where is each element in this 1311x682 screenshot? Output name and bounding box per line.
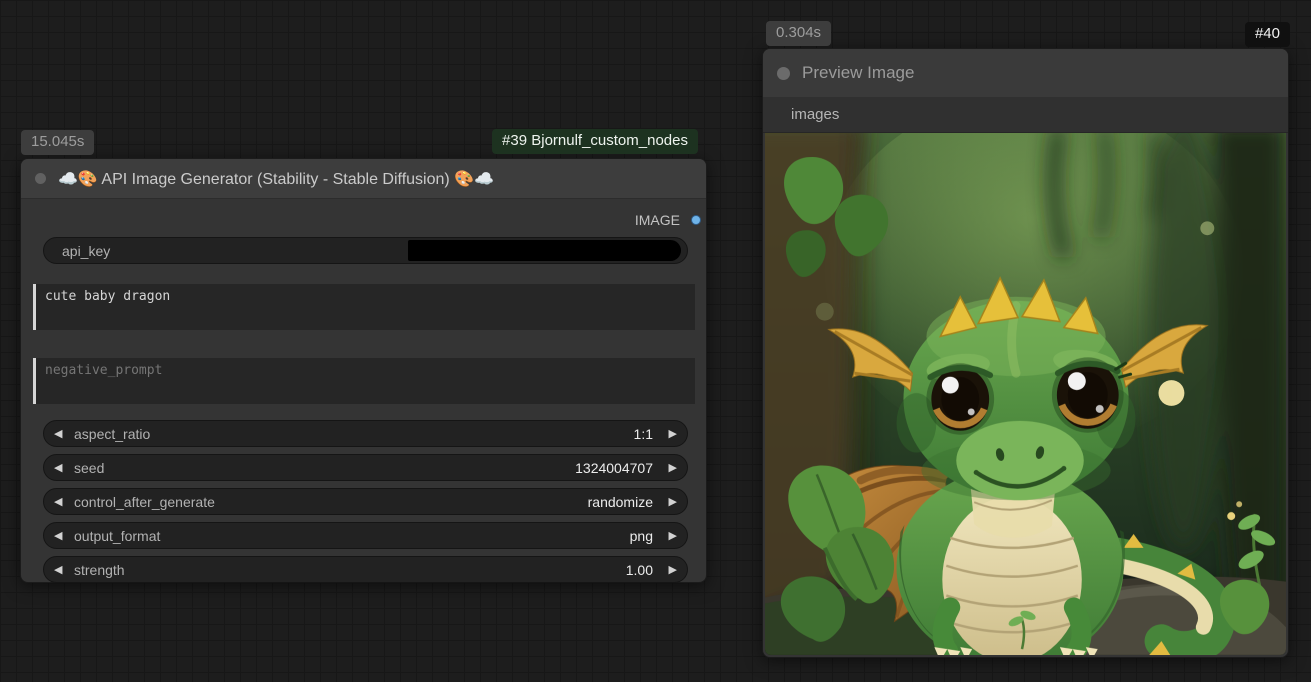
api-key-label: api_key bbox=[62, 243, 110, 259]
arrow-left-icon[interactable]: ◀ bbox=[54, 495, 70, 508]
collapse-dot-icon[interactable] bbox=[777, 67, 790, 80]
output-slot-image-label: IMAGE bbox=[635, 212, 680, 228]
widget-value: 1.00 bbox=[626, 562, 653, 578]
node-title-bar[interactable]: ☁️🎨 API Image Generator (Stability - Sta… bbox=[21, 159, 706, 199]
widget-output-format[interactable]: ◀ output_format png ▶ bbox=[43, 522, 688, 549]
input-slot-images[interactable]: images bbox=[763, 97, 1288, 133]
node-api-image-generator[interactable]: 15.045s #39 Bjornulf_custom_nodes ☁️🎨 AP… bbox=[20, 158, 707, 583]
arrow-left-icon[interactable]: ◀ bbox=[54, 461, 70, 474]
link-layer bbox=[0, 0, 300, 150]
widget-seed[interactable]: ◀ seed 1324004707 ▶ bbox=[43, 454, 688, 481]
arrow-left-icon[interactable]: ◀ bbox=[54, 563, 70, 576]
widget-value: 1:1 bbox=[634, 426, 653, 442]
widget-value: randomize bbox=[588, 494, 653, 510]
arrow-right-icon[interactable]: ▶ bbox=[661, 495, 677, 508]
prompt-textarea[interactable]: cute baby dragon bbox=[33, 284, 695, 330]
arrow-right-icon[interactable]: ▶ bbox=[661, 461, 677, 474]
arrow-right-icon[interactable]: ▶ bbox=[661, 529, 677, 542]
widget-label: aspect_ratio bbox=[74, 426, 150, 442]
node-id-badge: #39 Bjornulf_custom_nodes bbox=[492, 129, 698, 154]
node-preview-image[interactable]: 0.304s #40 Preview Image images bbox=[762, 48, 1289, 658]
node-title: ☁️🎨 API Image Generator (Stability - Sta… bbox=[58, 169, 494, 189]
execution-time-badge: 0.304s bbox=[766, 21, 831, 46]
node-id-badge: #40 bbox=[1245, 22, 1290, 47]
widget-value: 1324004707 bbox=[575, 460, 653, 476]
arrow-left-icon[interactable]: ◀ bbox=[54, 529, 70, 542]
widget-control-after-generate[interactable]: ◀ control_after_generate randomize ▶ bbox=[43, 488, 688, 515]
arrow-left-icon[interactable]: ◀ bbox=[54, 427, 70, 440]
execution-time-badge: 15.045s bbox=[21, 130, 94, 155]
node-title-bar[interactable]: Preview Image bbox=[763, 49, 1288, 97]
widget-aspect-ratio[interactable]: ◀ aspect_ratio 1:1 ▶ bbox=[43, 420, 688, 447]
collapse-dot-icon[interactable] bbox=[35, 173, 46, 184]
node-title: Preview Image bbox=[802, 63, 914, 83]
input-slot-images-label: images bbox=[791, 106, 839, 123]
widget-label: control_after_generate bbox=[74, 494, 215, 510]
widget-label: seed bbox=[74, 460, 104, 476]
output-dot-icon[interactable] bbox=[691, 215, 701, 225]
arrow-right-icon[interactable]: ▶ bbox=[661, 427, 677, 440]
widget-label: strength bbox=[74, 562, 125, 578]
widget-label: output_format bbox=[74, 528, 160, 544]
preview-image bbox=[765, 133, 1286, 655]
widget-strength[interactable]: ◀ strength 1.00 ▶ bbox=[43, 556, 688, 583]
negative-prompt-textarea[interactable]: negative_prompt bbox=[33, 358, 695, 404]
node-graph-canvas[interactable]: 15.045s #39 Bjornulf_custom_nodes ☁️🎨 AP… bbox=[0, 0, 1311, 682]
widget-value: png bbox=[630, 528, 653, 544]
dragon-illustration bbox=[765, 133, 1286, 655]
arrow-right-icon[interactable]: ▶ bbox=[661, 563, 677, 576]
api-key-redacted-value bbox=[408, 240, 681, 261]
api-key-field[interactable]: api_key bbox=[43, 237, 688, 264]
